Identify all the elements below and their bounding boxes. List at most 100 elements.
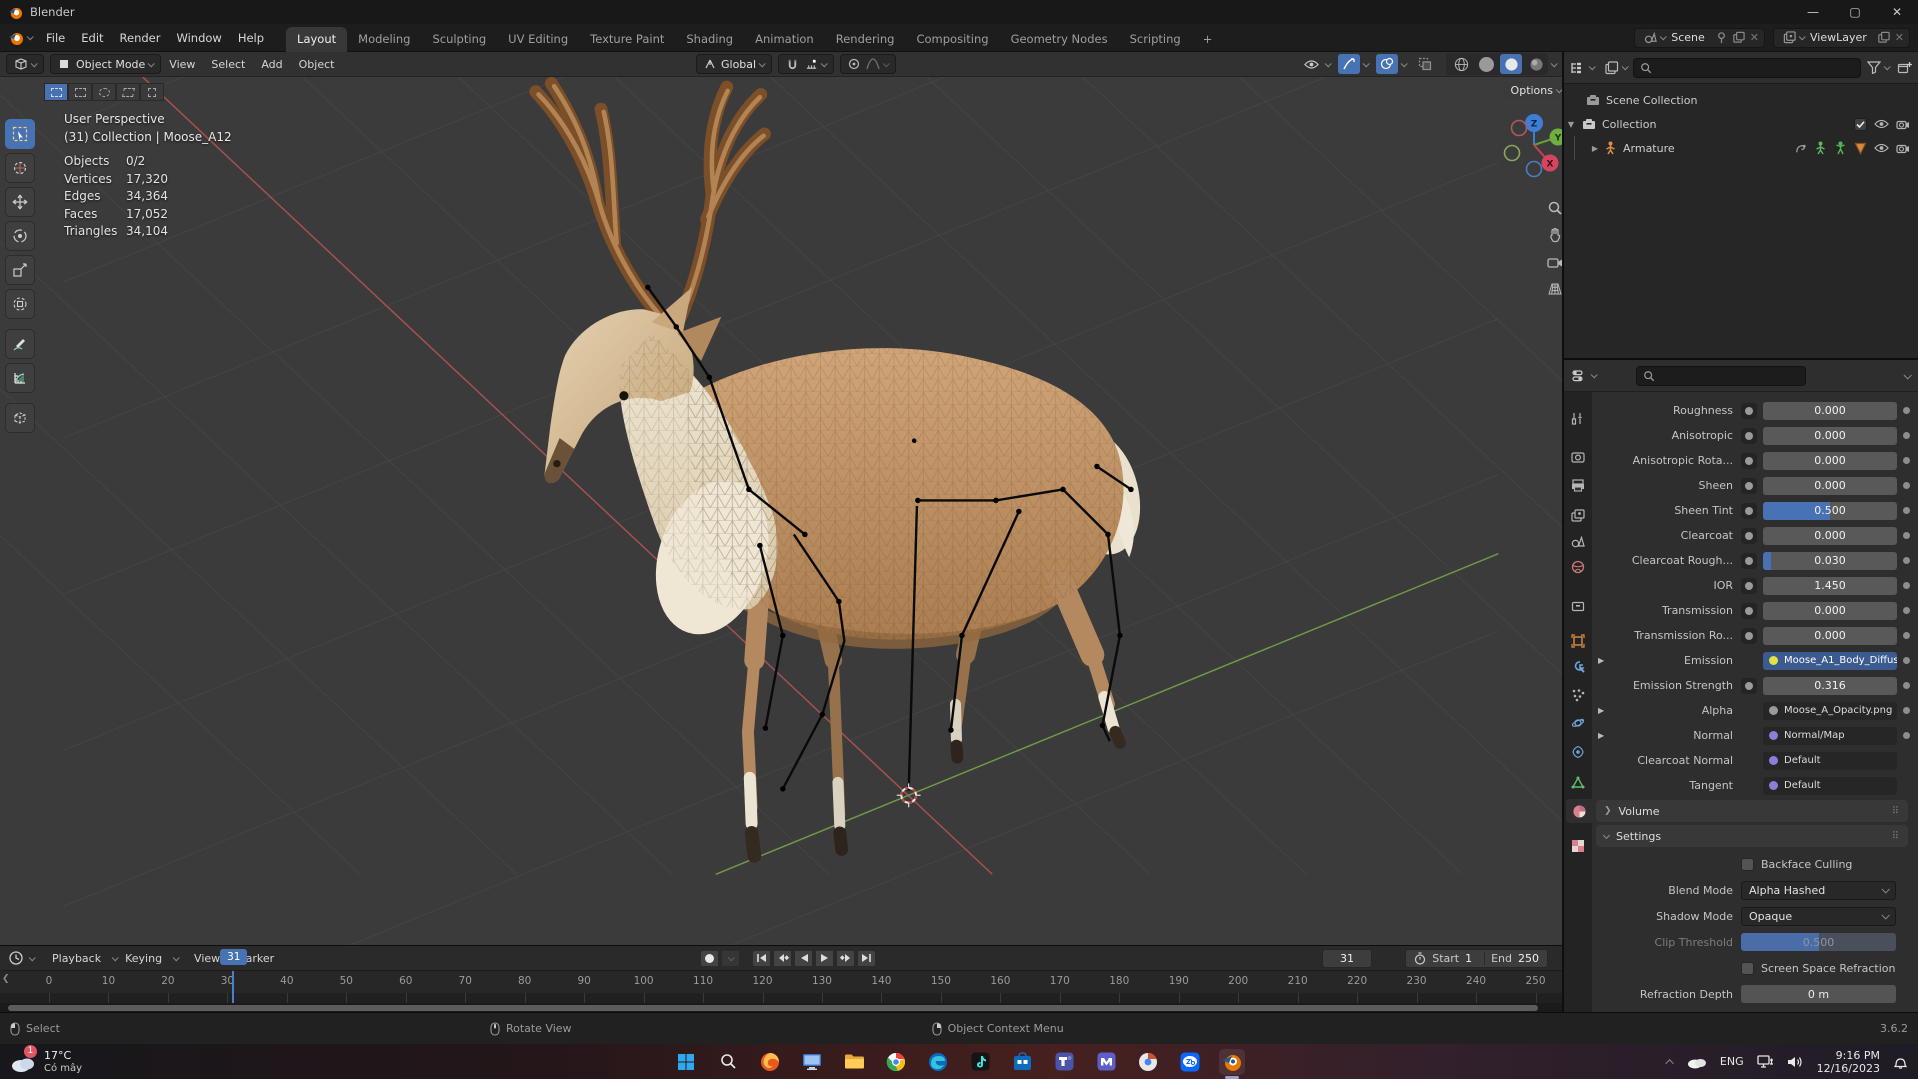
tab-layout[interactable]: Layout: [286, 27, 347, 52]
panel-drag-grip[interactable]: ⠿: [1892, 831, 1900, 842]
tab-texture-paint[interactable]: Texture Paint: [579, 27, 675, 52]
socket-button[interactable]: [1741, 503, 1757, 519]
playhead-line[interactable]: [232, 971, 234, 1004]
tool-scale[interactable]: [5, 255, 35, 285]
view-layer-selector[interactable]: ViewLayer ✕: [1773, 28, 1910, 48]
volume-icon[interactable]: [1787, 1055, 1804, 1069]
refraction-depth-field[interactable]: 0 m: [1741, 985, 1896, 1003]
animate-dot[interactable]: [1903, 557, 1910, 564]
tool-move[interactable]: [5, 187, 35, 217]
animate-dot[interactable]: [1903, 432, 1910, 439]
timeline-scrollbar-thumb[interactable]: [8, 1005, 1538, 1011]
socket-button[interactable]: [1741, 428, 1757, 444]
select-mode-lasso[interactable]: [116, 83, 140, 101]
taskbar-firefox[interactable]: [757, 1049, 783, 1075]
disable-render-camera-icon[interactable]: [1896, 119, 1910, 130]
properties-tab-object[interactable]: [1566, 629, 1590, 653]
properties-tab-object-data[interactable]: [1566, 770, 1590, 794]
socket-button[interactable]: [1741, 553, 1757, 569]
properties-tab-world[interactable]: [1566, 555, 1590, 579]
gizmo-minus-x-axis[interactable]: [1512, 121, 1527, 136]
end-frame-field[interactable]: 250: [1518, 952, 1539, 965]
anisotropic-field[interactable]: 0.000: [1763, 427, 1897, 445]
outliner-editor-icon[interactable]: [1570, 61, 1586, 75]
properties-tab-render[interactable]: [1566, 445, 1590, 469]
anisotropic-rotation-field[interactable]: 0.000: [1763, 452, 1897, 470]
tool-transform[interactable]: [5, 289, 35, 319]
tool-cursor[interactable]: [5, 153, 35, 183]
outliner-item-scene-collection[interactable]: Scene Collection: [1564, 88, 1918, 112]
current-frame-field[interactable]: 31: [1322, 949, 1372, 968]
navigation-gizmo[interactable]: Z Y X: [1488, 97, 1562, 189]
show-object-types-button[interactable]: [1300, 54, 1322, 74]
tool-select-box[interactable]: [5, 119, 35, 149]
menu-render[interactable]: Render: [112, 24, 169, 52]
animate-dot[interactable]: [1903, 607, 1910, 614]
onedrive-icon[interactable]: [1687, 1055, 1707, 1069]
properties-tab-material[interactable]: [1566, 799, 1592, 823]
animate-dot[interactable]: [1903, 482, 1910, 489]
animate-dot[interactable]: [1903, 657, 1910, 664]
taskbar-store[interactable]: [1009, 1049, 1035, 1075]
properties-tab-constraints[interactable]: [1566, 740, 1590, 764]
tab-uv-editing[interactable]: UV Editing: [497, 27, 579, 52]
expand-arrow-icon[interactable]: ▶: [1588, 144, 1602, 153]
animate-dot[interactable]: [1903, 532, 1910, 539]
tray-chevron-icon[interactable]: [1665, 1059, 1673, 1067]
auto-keying-button[interactable]: [700, 950, 719, 967]
properties-tab-texture[interactable]: [1566, 834, 1590, 858]
shading-solid-button[interactable]: [1475, 54, 1497, 74]
menu-window[interactable]: Window: [168, 24, 229, 52]
properties-tab-tool[interactable]: [1566, 407, 1590, 431]
tab-scripting[interactable]: Scripting: [1119, 27, 1192, 52]
expand-arrow-icon[interactable]: ▶: [1598, 706, 1604, 715]
unlink-scene-icon[interactable]: ✕: [1750, 31, 1759, 44]
tool-annotate[interactable]: [5, 329, 35, 359]
camera-view-icon[interactable]: [1544, 251, 1562, 273]
mode-selector[interactable]: Object Mode: [50, 54, 161, 74]
panel-drag-grip[interactable]: ⠿: [1892, 806, 1900, 817]
weather-widget[interactable]: 1 17°C Có mây: [10, 1049, 82, 1075]
proportional-editing-controls[interactable]: [840, 54, 896, 74]
new-view-layer-icon[interactable]: [1877, 31, 1890, 44]
expand-arrow-icon[interactable]: ▶: [1598, 731, 1604, 740]
transmission-field[interactable]: 0.000: [1763, 602, 1897, 620]
properties-tab-particles[interactable]: [1566, 683, 1590, 707]
keying-set-dropdown[interactable]: [721, 950, 740, 967]
properties-tab-modifiers[interactable]: [1566, 655, 1590, 679]
outliner-search[interactable]: [1633, 58, 1861, 78]
animate-dot[interactable]: [1903, 732, 1910, 739]
tab-modeling[interactable]: Modeling: [347, 27, 421, 52]
jump-prev-keyframe-button[interactable]: [773, 950, 792, 967]
maximize-button[interactable]: ▢: [1834, 0, 1876, 24]
tab-compositing[interactable]: Compositing: [905, 27, 999, 52]
menu-help[interactable]: Help: [230, 24, 272, 52]
socket-button[interactable]: [1741, 528, 1757, 544]
taskbar-search-button[interactable]: [715, 1049, 741, 1075]
taskbar-blender-active[interactable]: [1219, 1049, 1245, 1075]
select-mode-tweak[interactable]: [44, 83, 68, 101]
select-mode-box[interactable]: [68, 83, 92, 101]
new-collection-icon[interactable]: [1897, 61, 1912, 75]
close-button[interactable]: ✕: [1876, 0, 1918, 24]
sheen-field[interactable]: 0.000: [1763, 477, 1897, 495]
stopwatch-icon[interactable]: [1414, 952, 1426, 965]
filter-funnel-icon[interactable]: [1867, 61, 1881, 74]
outliner-item-armature[interactable]: ▶ Armature: [1564, 136, 1918, 160]
exclude-checkbox[interactable]: [1854, 118, 1867, 131]
menu-file[interactable]: File: [38, 24, 73, 52]
overlays-toggle[interactable]: [1376, 54, 1398, 74]
viewport-menu-select[interactable]: Select: [203, 58, 253, 71]
viewport-menu-object[interactable]: Object: [291, 58, 343, 71]
taskbar-browser-2[interactable]: [1135, 1049, 1161, 1075]
tangent-field[interactable]: Default: [1763, 777, 1897, 795]
moose-model[interactable]: [536, 83, 1153, 855]
shadow-mode-dropdown[interactable]: Opaque: [1741, 907, 1896, 926]
volume-panel-header[interactable]: ❯Volume⠿: [1596, 800, 1908, 822]
socket-button[interactable]: [1741, 628, 1757, 644]
animate-dot[interactable]: [1903, 707, 1910, 714]
tab-geometry-nodes[interactable]: Geometry Nodes: [1000, 27, 1119, 52]
notification-bell-icon[interactable]: [1893, 1054, 1908, 1070]
animate-dot[interactable]: [1903, 632, 1910, 639]
timeline-editor-icon[interactable]: [8, 950, 24, 966]
